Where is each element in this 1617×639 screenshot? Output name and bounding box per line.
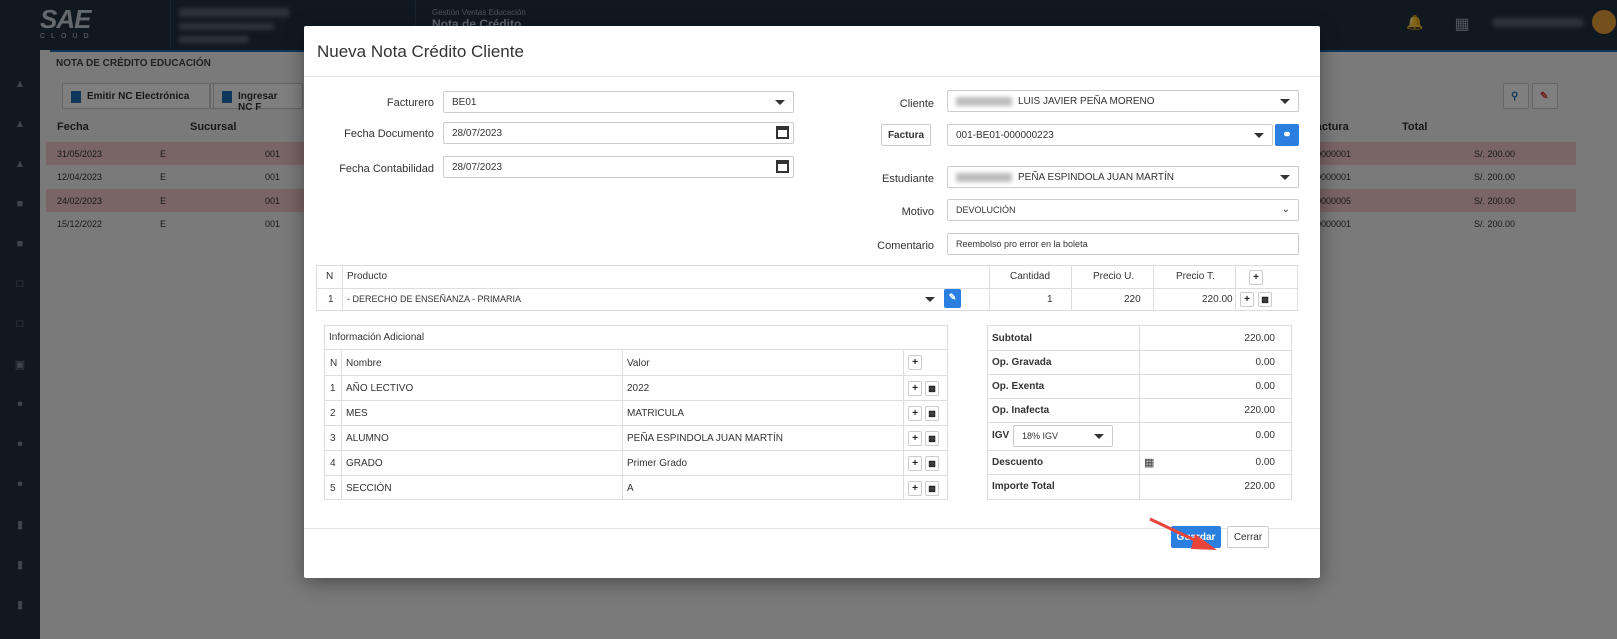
producto-select[interactable]: - DERECHO DE ENSEÑANZA - PRIMARIA <box>343 289 943 310</box>
precio-t-value: 220.00 <box>1202 294 1233 305</box>
caret-down-icon <box>1094 434 1104 439</box>
info-valor[interactable]: MATRICULA <box>627 408 684 419</box>
importe-total-value: 220.00 <box>1244 481 1275 492</box>
calendar-icon[interactable] <box>776 160 789 173</box>
add-product-button[interactable]: + <box>1249 270 1263 285</box>
subtotal-value: 220.00 <box>1244 333 1275 344</box>
caret-down-icon <box>775 100 785 105</box>
cliente-select[interactable]: LUIS JAVIER PEÑA MORENO <box>947 90 1299 112</box>
nota-credito-modal: Nueva Nota Crédito Cliente Facturero BE0… <box>304 26 1320 578</box>
precio-u-input[interactable]: 220 <box>1124 294 1141 305</box>
info-adicional-title: Información Adicional <box>329 332 425 343</box>
factura-select[interactable]: 001-BE01-000000223 <box>947 124 1273 146</box>
igv-select[interactable]: 18% IGV <box>1013 425 1113 447</box>
op-gravada-value: 0.00 <box>1255 357 1275 368</box>
edit-icon[interactable]: ✎ <box>944 289 961 308</box>
facturero-label: Facturero <box>386 97 434 109</box>
info-nombre[interactable]: SECCIÓN <box>346 483 392 494</box>
trash-icon[interactable]: ▩ <box>1258 292 1272 307</box>
caret-down-icon <box>1280 175 1290 180</box>
facturero-select[interactable]: BE01 <box>443 91 794 113</box>
add-row-button[interactable]: + <box>1240 292 1254 307</box>
info-adicional-table: Información Adicional N Nombre Valor + 1… <box>324 325 948 500</box>
info-valor[interactable]: PEÑA ESPINDOLA JUAN MARTÍN <box>627 433 783 444</box>
factura-button[interactable]: Factura <box>881 124 931 146</box>
trash-icon[interactable]: ▩ <box>925 456 939 471</box>
fecha-contabilidad-field[interactable]: 28/07/2023 <box>443 156 794 178</box>
add-info-button[interactable]: + <box>908 355 922 370</box>
fecha-contabilidad-label: Fecha Contabilidad <box>339 163 434 175</box>
estudiante-select[interactable]: PEÑA ESPINDOLA JUAN MARTÍN <box>947 166 1299 188</box>
comentario-label: Comentario <box>877 240 934 252</box>
cantidad-input[interactable]: 1 <box>1047 294 1053 305</box>
calculator-icon[interactable]: ▦ <box>1144 456 1154 469</box>
fecha-documento-field[interactable]: 28/07/2023 <box>443 122 794 144</box>
add-row-button[interactable]: + <box>908 406 922 421</box>
cliente-label: Cliente <box>899 98 934 110</box>
motivo-select[interactable]: DEVOLUCIÓN ⌄ <box>947 199 1299 221</box>
descuento-value: 0.00 <box>1255 457 1275 468</box>
annotation-arrow-icon <box>1149 517 1217 550</box>
info-nombre[interactable]: MES <box>346 408 368 419</box>
link-icon[interactable]: ⚭ <box>1275 124 1299 146</box>
caret-down-icon <box>1280 99 1290 104</box>
add-row-button[interactable]: + <box>908 431 922 446</box>
op-exenta-value: 0.00 <box>1255 381 1275 392</box>
info-valor[interactable]: Primer Grado <box>627 458 687 469</box>
trash-icon[interactable]: ▩ <box>925 381 939 396</box>
info-valor[interactable]: A <box>627 483 634 494</box>
chevron-down-icon: ⌄ <box>1281 204 1290 215</box>
add-row-button[interactable]: + <box>908 381 922 396</box>
trash-icon[interactable]: ▩ <box>925 431 939 446</box>
info-nombre[interactable]: ALUMNO <box>346 433 389 444</box>
totals-table: Subtotal 220.00 Op. Gravada 0.00 Op. Exe… <box>987 325 1292 500</box>
trash-icon[interactable]: ▩ <box>925 406 939 421</box>
close-button[interactable]: Cerrar <box>1227 526 1269 548</box>
product-table: N Producto Cantidad Precio U. Precio T. … <box>316 265 1298 311</box>
caret-down-icon <box>1254 133 1264 138</box>
caret-down-icon <box>925 297 935 302</box>
motivo-label: Motivo <box>901 206 934 218</box>
add-row-button[interactable]: + <box>908 456 922 471</box>
info-valor[interactable]: 2022 <box>627 383 649 394</box>
trash-icon[interactable]: ▩ <box>925 481 939 496</box>
igv-value: 0.00 <box>1255 430 1275 441</box>
add-row-button[interactable]: + <box>908 481 922 496</box>
info-nombre[interactable]: GRADO <box>346 458 383 469</box>
op-inafecta-value: 220.00 <box>1244 405 1275 416</box>
calendar-icon[interactable] <box>776 126 789 139</box>
info-nombre[interactable]: AÑO LECTIVO <box>346 383 413 394</box>
comentario-input[interactable]: Reembolso pro error en la boleta <box>947 233 1299 255</box>
fecha-documento-label: Fecha Documento <box>344 128 434 140</box>
estudiante-label: Estudiante <box>882 173 934 185</box>
modal-title: Nueva Nota Crédito Cliente <box>317 42 524 61</box>
